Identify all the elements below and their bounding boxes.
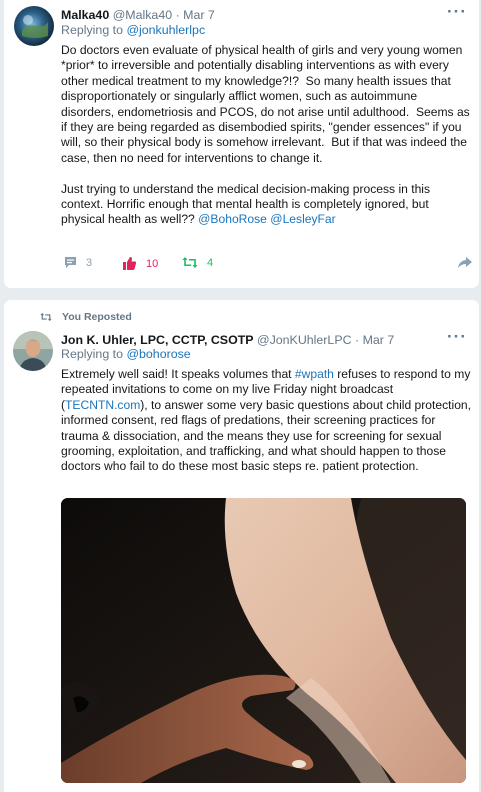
tweet-date[interactable]: Mar 7 (183, 8, 215, 22)
display-name[interactable]: Malka40 (61, 8, 109, 22)
more-icon[interactable]: ··· (447, 328, 467, 345)
handle[interactable]: @JonKUhlerLPC (257, 333, 352, 347)
retweet-button[interactable]: 4 (182, 256, 213, 269)
like-button[interactable]: 10 (122, 256, 158, 271)
replying-to-link[interactable]: @bohorose (126, 347, 190, 361)
share-icon (458, 257, 472, 268)
tweet-date[interactable]: Mar 7 (363, 333, 395, 347)
share-button[interactable] (457, 256, 473, 272)
comment-button[interactable]: 3 (64, 256, 92, 269)
replying-to: Replying to @bohorose (61, 347, 191, 361)
thumbs-up-icon (123, 257, 137, 270)
retweet-count: 4 (207, 256, 214, 269)
avatar-malka40[interactable] (14, 6, 54, 46)
tweet-actions: 3 10 4 (61, 256, 473, 274)
retweet-icon (182, 257, 198, 268)
mention-link[interactable]: @LesleyFar (270, 212, 335, 226)
tweet-photo[interactable] (61, 498, 466, 783)
display-name[interactable]: Jon K. Uhler, LPC, CCTP, CSOTP (61, 333, 254, 347)
tweet-card-jonkuhler[interactable]: You Reposted Jon K. Uhler, LPC, CCTP, CS… (4, 300, 479, 792)
handle[interactable]: @Malka40 (113, 8, 172, 22)
hashtag-link[interactable]: #wpath (295, 367, 334, 381)
tweet-text: Extremely well said! It speaks volumes t… (61, 367, 475, 474)
tweet-text: Do doctors even evaluate of physical hea… (61, 43, 470, 227)
repost-icon (40, 312, 52, 322)
repost-indicator: You Reposted (40, 311, 132, 323)
mention-link[interactable]: @BohoRose (198, 212, 267, 226)
repost-label: You Reposted (62, 311, 132, 323)
replying-to-link[interactable]: @jonkuhlerlpc (126, 23, 205, 37)
like-count: 10 (146, 257, 159, 270)
tweet-header: Jon K. Uhler, LPC, CCTP, CSOTP @JonKUhle… (61, 333, 395, 347)
comment-count: 3 (86, 256, 93, 269)
replying-to: Replying to @jonkuhlerlpc (61, 23, 206, 37)
tweet-card-malka40[interactable]: Malka40 @Malka40 · Mar 7 ··· Replying to… (4, 0, 479, 288)
tweet-header: Malka40 @Malka40 · Mar 7 (61, 8, 215, 22)
more-icon[interactable]: ··· (447, 3, 467, 20)
comment-icon (65, 257, 76, 268)
avatar-jonkuhler[interactable] (13, 331, 53, 371)
website-link[interactable]: TECNTN.com (65, 398, 140, 412)
